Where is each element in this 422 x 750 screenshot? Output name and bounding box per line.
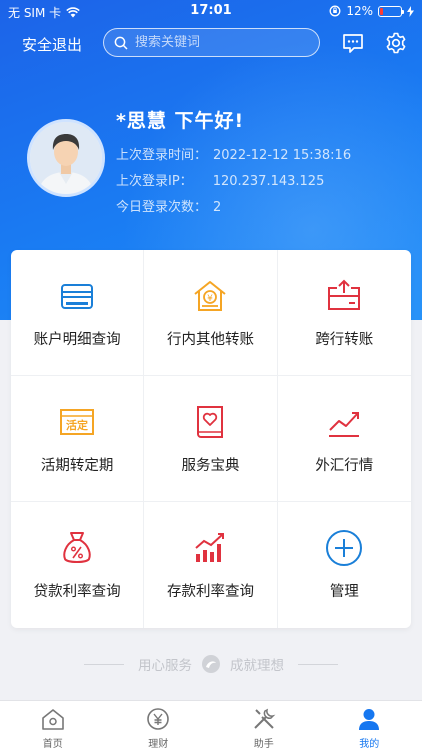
forex-market-icon [324,402,364,442]
profile-icon [359,709,380,730]
slogan-left-text: 用心服务 [138,658,192,674]
last-login-time-value: 2022-12-12 15:38:16 [213,148,352,163]
function-grid: 账户明细查询 ¥ 行内其他转账 跨行转账 活定 活期转定期 服务宝典 外汇行情 … [11,250,411,628]
menu-item-label: 服务宝典 [181,458,240,474]
tab-home[interactable]: 首页 [0,701,106,750]
menu-item-account-detail[interactable]: 账户明细查询 [11,250,145,376]
tab-assistant-label: 助手 [253,739,274,750]
bank-logo-icon [202,655,220,673]
menu-item-label: 贷款利率查询 [33,584,121,600]
tab-bar: 首页 理财 助手 我的 [0,700,422,750]
menu-item-label: 跨行转账 [315,332,374,348]
today-login-count-label: 今日登录次数： [116,200,208,215]
slogan-divider-left [84,663,124,665]
menu-item-label: 行内其他转账 [166,332,254,348]
menu-item-manage[interactable]: 管理 [278,502,411,628]
account-detail-icon [57,276,97,316]
orientation-lock-icon [329,5,341,17]
greeting-text: *思慧 下午好! [116,110,245,132]
menu-item-label: 存款利率查询 [166,584,254,600]
tools-icon [254,708,276,729]
tab-profile-label: 我的 [359,739,380,750]
menu-item-service-guide[interactable]: 服务宝典 [144,376,278,502]
menu-item-loan-rate[interactable]: 贷款利率查询 [11,502,145,628]
settings-gear-icon[interactable] [384,31,408,55]
message-icon[interactable] [341,31,365,55]
menu-item-interbank-transfer[interactable]: 跨行转账 [277,250,411,376]
today-login-count-value: 2 [213,200,222,215]
slogan: 用心服务 成就理想 [0,652,422,676]
today-login-count-row: 今日登录次数： 2 [116,196,351,215]
tab-finance[interactable]: 理财 [106,701,212,750]
menu-item-internal-transfer[interactable]: ¥ 行内其他转账 [144,250,278,376]
avatar[interactable] [27,119,105,197]
header-bar: 安全退出 [0,28,422,58]
tab-profile[interactable]: 我的 [317,701,422,750]
search-input[interactable] [135,35,305,50]
last-login-ip-value: 120.237.143.125 [212,174,325,189]
charging-bolt-icon [407,5,414,17]
status-bar: 无 SIM 卡 17:01 12% [0,0,422,22]
tab-finance-label: 理财 [148,739,169,750]
user-info-panel: *思慧 下午好! 上次登录时间： 2022-12-12 15:38:16 上次登录… [116,106,351,215]
tab-home-label: 首页 [42,739,63,750]
battery-level [380,7,383,15]
home-icon [41,709,64,730]
menu-item-label: 管理 [329,584,359,600]
last-login-ip-row: 上次登录IP： 120.237.143.125 [116,170,351,189]
current-to-fixed-icon: 活定 [57,402,97,442]
add-manage-icon [324,528,364,568]
battery-percent: 12% [346,4,373,18]
logout-button[interactable]: 安全退出 [22,34,82,55]
menu-item-label: 账户明细查询 [33,332,121,348]
last-login-ip-label: 上次登录IP： [116,174,193,189]
search-icon [114,36,128,50]
slogan-right-text: 成就理想 [230,658,284,674]
menu-item-label: 活期转定期 [40,458,114,474]
deposit-rate-icon [190,528,230,568]
menu-item-forex-market[interactable]: 外汇行情 [277,376,411,502]
menu-item-label: 外汇行情 [315,458,374,474]
menu-item-current-to-fixed[interactable]: 活定 活期转定期 [11,376,145,502]
service-guide-icon [190,402,230,442]
menu-item-deposit-rate[interactable]: 存款利率查询 [144,502,278,628]
tab-assistant[interactable]: 助手 [211,701,317,750]
interbank-transfer-icon [324,276,364,316]
finance-icon [147,708,170,730]
loan-rate-icon [57,528,97,568]
yen-symbol: ¥ [208,294,214,304]
avatar-person-icon [30,122,102,194]
search-bar[interactable] [103,28,320,57]
battery-icon [378,5,404,17]
current-fixed-text: 活定 [66,418,88,432]
slogan-divider-right [298,663,338,665]
last-login-time-label: 上次登录时间： [116,148,208,163]
internal-transfer-icon: ¥ [190,276,230,316]
last-login-time-row: 上次登录时间： 2022-12-12 15:38:16 [116,144,351,163]
